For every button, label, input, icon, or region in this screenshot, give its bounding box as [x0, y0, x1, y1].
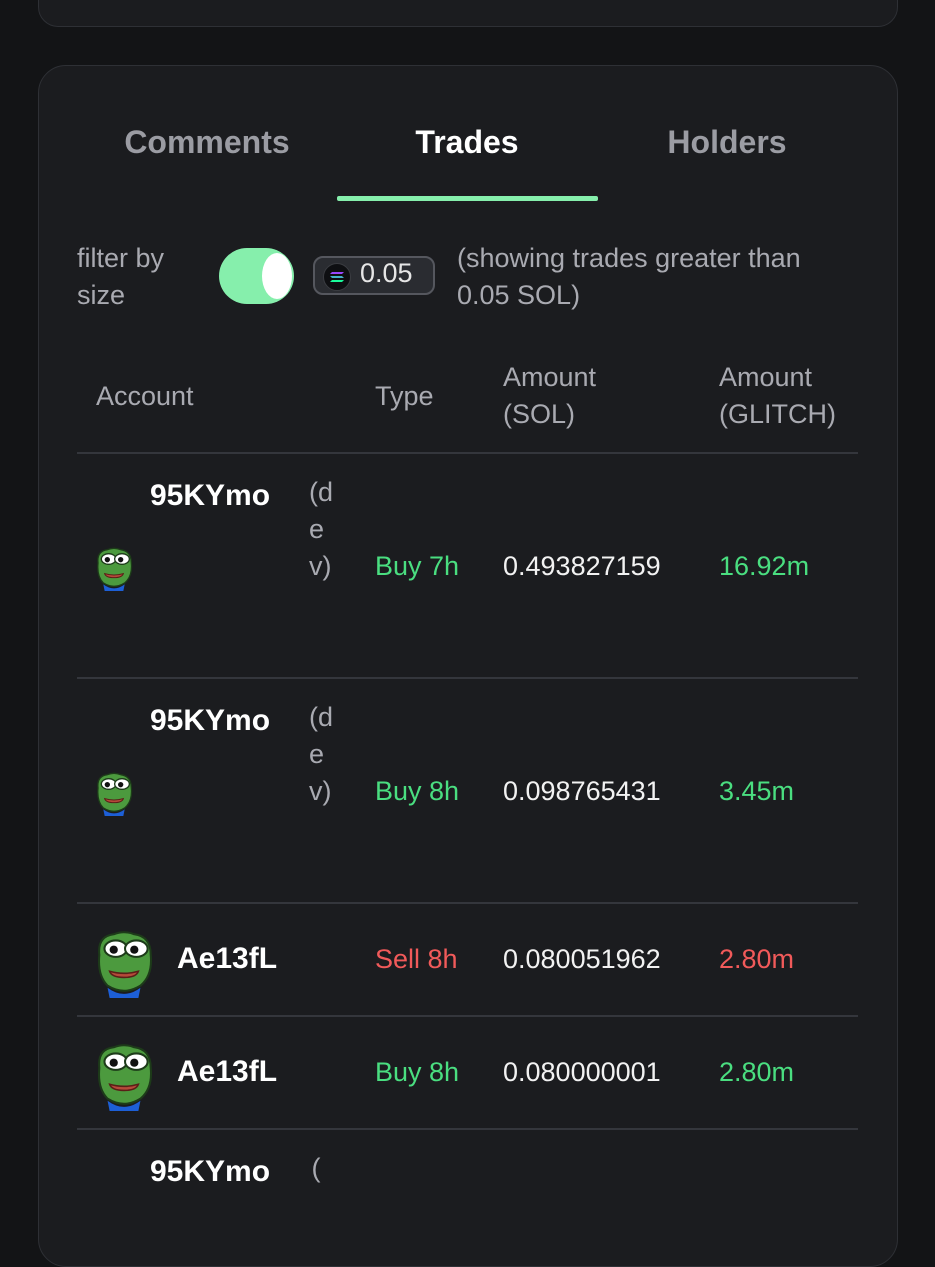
amount-token: 16.92m [719, 551, 810, 581]
filter-by-size-label: filter by size [77, 243, 165, 310]
amount-token: 2.80m [719, 944, 795, 974]
amount-sol: 0.493827159 [503, 551, 661, 581]
tab-holders[interactable]: Holders [597, 124, 857, 161]
pepe-frog-avatar-icon[interactable] [94, 530, 134, 604]
table-divider [77, 1015, 858, 1017]
toggle-knob [262, 253, 292, 299]
trade-type: Buy 8h [375, 776, 460, 806]
column-header-type: Type [375, 381, 434, 411]
dev-tag: (dev) [309, 477, 334, 581]
filter-description: (showing trades greater than 0.05 SOL) [457, 243, 801, 310]
pepe-frog-avatar-icon[interactable] [94, 755, 134, 829]
amount-sol: 0.080051962 [503, 944, 661, 974]
min-size-value: 0.05 [360, 258, 413, 288]
column-header-amount-sol: Amount (SOL) [503, 362, 597, 429]
table-divider [77, 902, 858, 904]
column-header-amount-token: Amount (GLITCH) [719, 362, 836, 429]
table-divider [77, 1128, 858, 1130]
dev-tag: ( [311, 1153, 321, 1183]
account-name[interactable]: 95KYmo [150, 1155, 270, 1189]
pepe-frog-avatar-icon[interactable] [93, 924, 155, 998]
column-header-account: Account [96, 381, 194, 411]
account-name[interactable]: 95KYmo [150, 704, 270, 738]
account-name[interactable]: 95KYmo [150, 479, 270, 513]
previous-card [38, 0, 898, 27]
tab-trades[interactable]: Trades [337, 124, 597, 161]
active-tab-indicator [337, 196, 598, 201]
table-divider [77, 452, 858, 454]
table-divider [77, 677, 858, 679]
dev-tag: (dev) [309, 702, 334, 806]
trade-type: Buy 7h [375, 551, 460, 581]
amount-token: 2.80m [719, 1057, 795, 1087]
account-name[interactable]: Ae13fL [177, 942, 277, 976]
pepe-frog-avatar-icon[interactable] [93, 1037, 155, 1111]
amount-token: 3.45m [719, 776, 795, 806]
amount-sol: 0.098765431 [503, 776, 661, 806]
trade-type: Buy 8h [375, 1057, 460, 1087]
account-name[interactable]: Ae13fL [177, 1055, 277, 1089]
solana-icon [323, 263, 351, 291]
trade-type: Sell 8h [375, 944, 458, 974]
amount-sol: 0.080000001 [503, 1057, 661, 1087]
tab-comments[interactable]: Comments [77, 124, 337, 161]
